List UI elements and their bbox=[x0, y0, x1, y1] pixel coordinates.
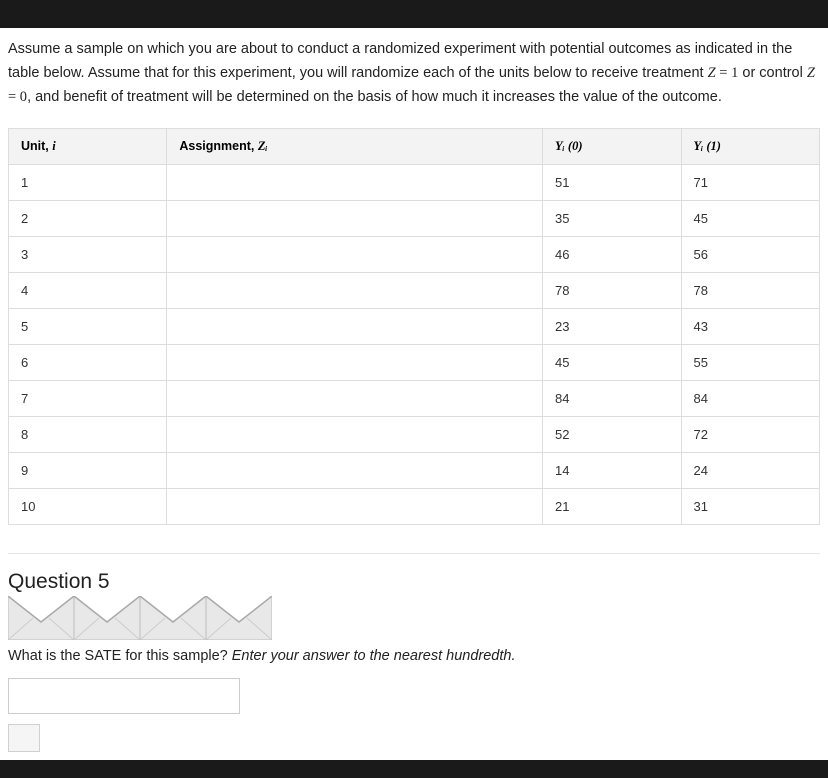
cell-y1: 55 bbox=[681, 344, 820, 380]
cell-y1: 31 bbox=[681, 488, 820, 524]
envelope-icon bbox=[206, 596, 272, 640]
cell-y0: 46 bbox=[543, 236, 681, 272]
cell-unit: 7 bbox=[9, 380, 167, 416]
desc-text-1: Assume a sample on which you are about t… bbox=[8, 41, 792, 81]
bottom-bar bbox=[0, 760, 828, 778]
table-row: 1 5171 bbox=[9, 164, 820, 200]
cell-assignment bbox=[167, 380, 543, 416]
header-y1: Yᵢ (1) bbox=[681, 128, 820, 164]
envelope-icon bbox=[74, 596, 140, 640]
content-area: Assume a sample on which you are about t… bbox=[0, 28, 828, 760]
table-row: 3 4656 bbox=[9, 236, 820, 272]
prompt-hint: Enter your answer to the nearest hundred… bbox=[232, 648, 516, 664]
cell-assignment bbox=[167, 416, 543, 452]
cell-assignment bbox=[167, 452, 543, 488]
header-y0-text: Yᵢ (0) bbox=[555, 139, 582, 153]
table-row: 7 8484 bbox=[9, 380, 820, 416]
cell-unit: 6 bbox=[9, 344, 167, 380]
table-row: 10 2131 bbox=[9, 488, 820, 524]
cell-y1: 72 bbox=[681, 416, 820, 452]
math-z-2: Z bbox=[807, 65, 815, 81]
cell-assignment bbox=[167, 344, 543, 380]
cell-assignment bbox=[167, 488, 543, 524]
cell-y1: 45 bbox=[681, 200, 820, 236]
cell-y1: 84 bbox=[681, 380, 820, 416]
cell-y1: 78 bbox=[681, 272, 820, 308]
cell-y0: 52 bbox=[543, 416, 681, 452]
math-z-1: Z bbox=[708, 65, 716, 81]
table-row: 6 4555 bbox=[9, 344, 820, 380]
cell-unit: 2 bbox=[9, 200, 167, 236]
cell-unit: 5 bbox=[9, 308, 167, 344]
cell-unit: 8 bbox=[9, 416, 167, 452]
cell-y0: 23 bbox=[543, 308, 681, 344]
cell-y0: 78 bbox=[543, 272, 681, 308]
cell-assignment bbox=[167, 236, 543, 272]
cell-assignment bbox=[167, 272, 543, 308]
header-unit-text: Unit, bbox=[21, 139, 52, 153]
header-y0: Yᵢ (0) bbox=[543, 128, 681, 164]
section-divider bbox=[8, 553, 820, 554]
submit-button[interactable] bbox=[8, 724, 40, 752]
header-unit: Unit, i bbox=[9, 128, 167, 164]
answer-input[interactable] bbox=[8, 678, 240, 714]
table-header-row: Unit, i Assignment, Zᵢ Yᵢ (0) Yᵢ (1) bbox=[9, 128, 820, 164]
problem-description: Assume a sample on which you are about t… bbox=[8, 38, 820, 110]
cell-y0: 35 bbox=[543, 200, 681, 236]
cell-y1: 43 bbox=[681, 308, 820, 344]
cell-assignment bbox=[167, 308, 543, 344]
envelope-icon bbox=[140, 596, 206, 640]
question-block: Question 5 bbox=[8, 570, 820, 760]
cell-y1: 56 bbox=[681, 236, 820, 272]
outcomes-table: Unit, i Assignment, Zᵢ Yᵢ (0) Yᵢ (1) 151… bbox=[8, 128, 820, 525]
cell-unit: 10 bbox=[9, 488, 167, 524]
math-eq-1: = 1 bbox=[716, 65, 739, 81]
header-assignment: Assignment, Zᵢ bbox=[167, 128, 543, 164]
table-row: 4 7878 bbox=[9, 272, 820, 308]
cell-unit: 9 bbox=[9, 452, 167, 488]
header-assignment-text: Assignment, bbox=[179, 139, 258, 153]
table-row: 5 2343 bbox=[9, 308, 820, 344]
cell-unit: 4 bbox=[9, 272, 167, 308]
cell-unit: 3 bbox=[9, 236, 167, 272]
cell-y1: 71 bbox=[681, 164, 820, 200]
desc-text-3: , and benefit of treatment will be deter… bbox=[27, 89, 722, 105]
math-eq-2: = 0 bbox=[8, 89, 27, 105]
cell-y0: 51 bbox=[543, 164, 681, 200]
table-row: 8 5272 bbox=[9, 416, 820, 452]
cell-y0: 21 bbox=[543, 488, 681, 524]
cell-y0: 84 bbox=[543, 380, 681, 416]
cell-y1: 24 bbox=[681, 452, 820, 488]
cell-assignment bbox=[167, 200, 543, 236]
header-y1-text: Yᵢ (1) bbox=[694, 139, 721, 153]
cell-y0: 45 bbox=[543, 344, 681, 380]
header-assignment-zi: Zᵢ bbox=[258, 139, 268, 153]
top-bar bbox=[0, 0, 828, 28]
cell-assignment bbox=[167, 164, 543, 200]
table-body: 1517123545346564787852343645557848485272… bbox=[9, 164, 820, 524]
desc-text-2: or control bbox=[738, 65, 807, 81]
envelope-icon bbox=[8, 596, 74, 640]
cell-y0: 14 bbox=[543, 452, 681, 488]
table-row: 2 3545 bbox=[9, 200, 820, 236]
cell-unit: 1 bbox=[9, 164, 167, 200]
header-unit-i: i bbox=[52, 139, 55, 153]
table-row: 9 1424 bbox=[9, 452, 820, 488]
prompt-text: What is the SATE for this sample? bbox=[8, 648, 232, 664]
question-prompt: What is the SATE for this sample? Enter … bbox=[8, 648, 820, 664]
question-title: Question 5 bbox=[8, 570, 110, 594]
envelope-graphics bbox=[8, 596, 820, 640]
